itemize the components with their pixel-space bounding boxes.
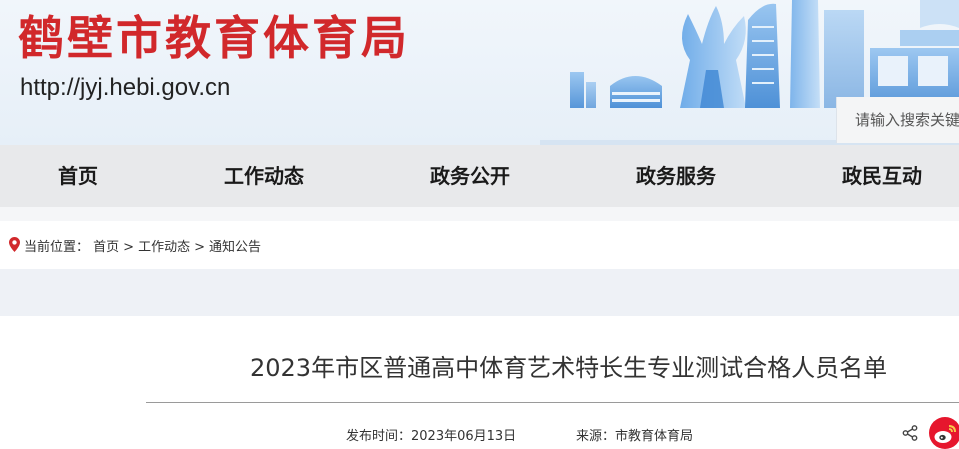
breadcrumb-bar: 当前位置： 首页 > 工作动态 > 通知公告 bbox=[0, 221, 959, 269]
breadcrumb-work-news-link[interactable]: 工作动态 bbox=[138, 240, 190, 255]
search-box bbox=[836, 97, 959, 143]
article-source: 来源：市教育体育局 bbox=[576, 429, 694, 444]
main-nav: 首页 工作动态 政务公开 政务服务 政民互动 bbox=[0, 145, 959, 207]
breadcrumb-separator: > bbox=[123, 240, 135, 255]
site-url: http://jyj.hebi.gov.cn bbox=[20, 74, 231, 101]
location-pin-icon bbox=[9, 237, 20, 258]
site-title: 鹤壁市教育体育局 bbox=[18, 11, 410, 65]
nav-divider-strip bbox=[0, 207, 959, 221]
breadcrumb-prefix: 当前位置： bbox=[24, 240, 90, 255]
publish-date: 发布时间：2023年06月13日 bbox=[346, 429, 517, 444]
search-input[interactable] bbox=[855, 109, 959, 131]
title-divider bbox=[146, 402, 959, 403]
decorative-band bbox=[0, 269, 959, 316]
nav-item-home[interactable]: 首页 bbox=[28, 145, 128, 207]
breadcrumb: 当前位置： 首页 > 工作动态 > 通知公告 bbox=[9, 237, 261, 258]
article-title: 2023年市区普通高中体育艺术特长生专业测试合格人员名单 bbox=[250, 354, 888, 382]
breadcrumb-separator: > bbox=[194, 240, 205, 255]
breadcrumb-home-link[interactable]: 首页 bbox=[93, 240, 119, 255]
weibo-icon[interactable] bbox=[929, 417, 959, 449]
nav-item-government-affairs[interactable]: 政务公开 bbox=[410, 145, 530, 207]
breadcrumb-notices-link[interactable]: 通知公告 bbox=[209, 240, 261, 255]
nav-item-public-interaction[interactable]: 政民互动 bbox=[822, 145, 942, 207]
nav-item-work-news[interactable]: 工作动态 bbox=[204, 145, 324, 207]
share-icon[interactable] bbox=[902, 425, 918, 441]
site-header: 鹤壁市教育体育局 http://jyj.hebi.gov.cn bbox=[0, 0, 959, 145]
nav-item-government-services[interactable]: 政务服务 bbox=[616, 145, 736, 207]
